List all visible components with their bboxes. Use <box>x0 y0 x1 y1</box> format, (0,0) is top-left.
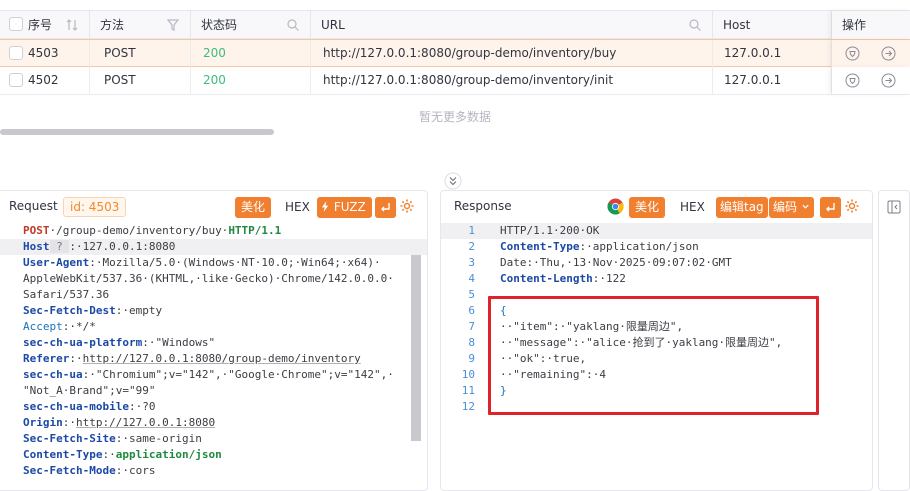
send-enter-icon[interactable] <box>820 197 841 218</box>
hex-button[interactable]: HEX <box>676 197 709 218</box>
request-id-tag: id: 4503 <box>63 197 127 217</box>
table-header: 序号 方法 状态码 URL Host 操作 <box>0 10 910 39</box>
row-actions <box>832 67 910 94</box>
cell-id: 4503 <box>18 40 90 67</box>
chrome-icon[interactable] <box>607 198 624 215</box>
arrow-right-circle-icon[interactable] <box>881 46 896 61</box>
request-toolbar: Request id: 4503 美化 HEX FUZZ <box>0 191 427 223</box>
shield-icon[interactable] <box>845 46 860 61</box>
response-toolbar: Response 美化 HEX 编辑tag 编码 <box>441 191 872 223</box>
json-highlight-box <box>488 296 819 415</box>
table-row[interactable]: 4503 POST 200 http://127.0.0.1:8080/grou… <box>0 39 910 67</box>
cell-url: http://127.0.0.1:8080/group-demo/invento… <box>313 67 713 94</box>
col-header-id[interactable]: 序号 <box>0 11 90 39</box>
expand-panel-icon[interactable] <box>887 200 901 214</box>
response-title: Response <box>454 199 512 213</box>
cell-method: POST <box>94 40 191 67</box>
edit-tag-button[interactable]: 编辑tag <box>716 197 768 218</box>
request-panel: Request id: 4503 美化 HEX FUZZ POST·/group… <box>0 190 428 491</box>
col-header-actions: 操作 <box>832 11 910 39</box>
col-header-method[interactable]: 方法 <box>90 11 191 39</box>
horizontal-scrollbar[interactable] <box>0 129 274 135</box>
request-editor[interactable]: POST·/group-demo/inventory/buy·HTTP/1.1 … <box>0 223 427 490</box>
lightning-icon <box>321 201 329 212</box>
arrow-right-circle-icon[interactable] <box>881 73 896 88</box>
vertical-scrollbar[interactable] <box>411 255 421 441</box>
cell-host: 127.0.0.1 <box>714 40 832 67</box>
send-enter-icon[interactable] <box>375 197 396 218</box>
col-header-host[interactable]: Host <box>713 11 832 39</box>
shield-icon[interactable] <box>845 73 860 88</box>
filter-icon[interactable] <box>166 18 180 32</box>
fuzz-button[interactable]: FUZZ <box>317 197 372 218</box>
col-header-url[interactable]: URL <box>311 11 713 39</box>
sort-icon[interactable] <box>65 18 79 32</box>
cell-url: http://127.0.0.1:8080/group-demo/invento… <box>313 40 713 67</box>
empty-hint: 暂无更多数据 <box>418 110 491 124</box>
side-panel <box>878 190 910 491</box>
cell-host: 127.0.0.1 <box>714 67 832 94</box>
cell-status: 200 <box>193 67 311 94</box>
cell-method: POST <box>94 67 191 94</box>
select-all-checkbox[interactable] <box>9 17 23 31</box>
beautify-button[interactable]: 美化 <box>235 197 272 218</box>
cell-status: 200 <box>193 40 311 67</box>
chevron-down-icon <box>802 204 809 209</box>
cell-id: 4502 <box>18 67 90 94</box>
table-row[interactable]: 4502 POST 200 http://127.0.0.1:8080/grou… <box>0 67 910 95</box>
gear-icon[interactable] <box>399 198 415 214</box>
beautify-button[interactable]: 美化 <box>629 197 666 218</box>
request-title: Request <box>9 199 58 213</box>
row-actions <box>832 40 910 67</box>
collapse-chevron-icon[interactable] <box>444 172 462 190</box>
encode-dropdown[interactable]: 编码 <box>769 197 814 218</box>
search-icon[interactable] <box>688 18 702 32</box>
hex-button[interactable]: HEX <box>281 197 314 218</box>
col-header-status[interactable]: 状态码 <box>191 11 311 39</box>
search-icon[interactable] <box>286 18 300 32</box>
gear-icon[interactable] <box>844 198 860 214</box>
http-history-table: 序号 方法 状态码 URL Host 操作 4503 POST 200 http… <box>0 0 910 140</box>
